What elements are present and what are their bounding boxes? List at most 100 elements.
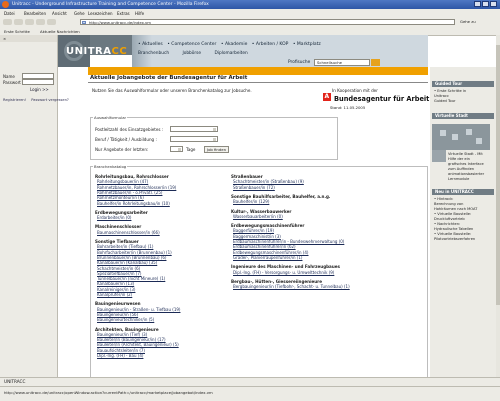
virtual-city-image[interactable] xyxy=(432,124,490,150)
menu-gehe[interactable]: Gehe xyxy=(74,11,85,16)
virtual-city-thumb[interactable] xyxy=(432,150,446,162)
search-go-button[interactable] xyxy=(371,59,380,66)
profisuche-link[interactable]: Profisuche xyxy=(288,60,310,65)
beruf-select[interactable] xyxy=(170,136,218,142)
catalog-job-link[interactable]: Bauhelfer/in (129) xyxy=(233,199,269,204)
catalog-job-link[interactable]: Bauingenieur/in - Straßen- u. Tiefbau (1… xyxy=(97,307,180,312)
nav-akademie[interactable]: • Akademie xyxy=(221,42,247,47)
catalog-job-link[interactable]: Bauaufsichtsleiter/in (7) xyxy=(97,348,145,353)
catalog-job-link[interactable]: Kanalprüfer/in (2) xyxy=(97,292,132,297)
catalog-job-link[interactable]: Grader-, Planierraupenführer/in (1) xyxy=(233,255,302,260)
catalog-job-link[interactable]: Straßenbauer/in (72) xyxy=(233,185,275,190)
login-link[interactable]: Login >> xyxy=(30,87,49,92)
catalog-job-link[interactable]: Rohrleitungsbauer/in (47) xyxy=(97,179,148,184)
catalog-job-link[interactable]: Baumaschinenschlosser/in (66) xyxy=(97,230,160,235)
catalog-category-title[interactable]: Bauingenieurwesen xyxy=(95,301,141,306)
menu-hilfe[interactable]: Hilfe xyxy=(135,11,144,16)
catalog-job-link[interactable]: Rohrnetzbauer/in, Rohrschlosser/in (19) xyxy=(97,185,176,190)
menu-lesezeichen[interactable]: Lesezeichen xyxy=(88,11,113,16)
catalog-job-link[interactable]: Bauingenieur/in (Tief) (3) xyxy=(97,332,147,337)
catalog-job-link[interactable]: Erdarbeiter/in (0) xyxy=(97,215,131,220)
nav-aktuelles[interactable]: • Aktuelles xyxy=(138,42,163,47)
page-title: Aktuelle Jobangebote der Bundesagentur f… xyxy=(90,75,248,81)
register-link[interactable]: Registrieren! xyxy=(3,98,26,102)
password-field[interactable] xyxy=(22,79,54,85)
minimize-button[interactable] xyxy=(474,1,481,7)
catalog-job-link[interactable]: Tunnelbauer/in (nicht Mineure) (1) xyxy=(97,276,165,281)
catalog-job-link[interactable]: Rohrnetzbauer/in - o.Privatl. (25) xyxy=(97,190,162,195)
catalog-job-link[interactable]: Schachtmeister/in (Straßenbau) (9) xyxy=(233,179,304,184)
catalog-job-link[interactable]: Bauingenieur/in (56) xyxy=(97,312,138,317)
catalog-category-title[interactable]: Erdbewegungsarbeiter xyxy=(95,210,148,215)
catalog-job-link[interactable]: Kanalreiniger/in (3) xyxy=(97,287,135,292)
catalog-job-link[interactable]: Dipl.-Ing. (FH) - Bau (4) xyxy=(97,353,143,358)
subnav-jobboerse[interactable]: Jobbörse xyxy=(182,51,201,56)
catalog-category-title[interactable]: Sonstige Tiefbauer xyxy=(95,239,139,244)
bookmark-erste-schritte[interactable]: Erste Schritte xyxy=(4,29,30,34)
catalog-job-link[interactable]: Bauingenieurtechniker/in (5) xyxy=(97,317,154,322)
right-panel-line: Druckluftvortrieb xyxy=(434,217,465,221)
catalog-job-link[interactable]: Erdbewegungsmaschinenführer/in (4) xyxy=(233,250,309,255)
nav-competence-center[interactable]: • Competence Center xyxy=(167,42,216,47)
url-field[interactable]: http://www.unitracc.de/index.vm xyxy=(80,19,455,25)
close-button[interactable] xyxy=(490,1,497,7)
menu-extras[interactable]: Extras xyxy=(117,11,130,16)
home-button[interactable] xyxy=(47,19,56,25)
catalog-category-title[interactable]: Maschinenschlosser xyxy=(95,224,141,229)
catalog-job-link[interactable]: Dipl.-Ing. (FH) - Versorgungs- u. Umwelt… xyxy=(233,270,334,275)
forward-button[interactable] xyxy=(14,19,23,25)
back-button[interactable] xyxy=(3,19,12,25)
catalog-category-title[interactable]: Bergbau-, Hütten-, Giessereiingenieure xyxy=(231,279,322,284)
vertical-scrollbar[interactable] xyxy=(496,35,500,377)
close-icon[interactable]: × xyxy=(3,36,55,41)
catalog-job-link[interactable]: Bauhelfer/in Rohrleitungsbau/in (10) xyxy=(97,201,170,206)
days-select[interactable] xyxy=(170,146,183,152)
right-panel-line: • Erste Schritte in xyxy=(434,89,467,93)
catalog-job-link[interactable]: Bergbauingenieur/in (Tiefbohr-, Schacht-… xyxy=(233,284,350,289)
catalog-category-title[interactable]: Ingenieure des Maschinen- und Fahrzeugba… xyxy=(231,264,340,269)
catalog-job-link[interactable]: Bohrfacharbeiter/in (Brunnenbau) (1) xyxy=(97,250,172,255)
catalog-job-link[interactable]: Brunnenbauer/in (Brunnenbau) (6) xyxy=(97,255,166,260)
catalog-job-link[interactable]: Baggerführer/in (19) xyxy=(233,228,274,233)
unitracc-logo[interactable]: UNITRACC xyxy=(66,46,127,57)
subnav-diplomarbeiten[interactable]: Diplomarbeiten xyxy=(214,51,247,56)
catalog-job-link[interactable]: Spezialtiefbauer/in (7) xyxy=(97,271,141,276)
scrollbar-thumb[interactable] xyxy=(496,45,500,305)
catalog-job-link[interactable]: Baggermaschinist/in (3) xyxy=(233,234,281,239)
catalog-category-title[interactable]: Rohrleitungsbau, Rohrschlosser xyxy=(95,174,169,179)
catalog-category-title[interactable]: Architekten, Bauingenieure xyxy=(95,327,159,332)
maximize-button[interactable] xyxy=(482,1,489,7)
subnav-branchenbuch[interactable]: Branchenbuch xyxy=(138,51,169,56)
catalog-category-title[interactable]: Straßenbauer xyxy=(231,174,263,179)
quick-search-input[interactable]: Schnellsuche xyxy=(314,59,370,66)
right-panel-line: • Virtuelle Baustelle: xyxy=(434,232,472,236)
catalog-job-link[interactable]: Bauleiter/in (Bauingenieur/in) (17) xyxy=(97,337,166,342)
catalog-job-link[interactable]: Bauleiter/in (Architekt, Bauingenieur) (… xyxy=(97,342,179,347)
go-button[interactable]: Gehe zu xyxy=(460,19,476,25)
nav-arbeiten-kop[interactable]: • Arbeiten / KOP xyxy=(252,42,289,47)
catalog-category-title[interactable]: Sonstige Bauhilfsarbeiter, Bauhelfer, a.… xyxy=(231,194,330,199)
menu-datei[interactable]: Datei xyxy=(4,11,15,16)
catalog-category-title[interactable]: Kultur-, Wasserbauwerker xyxy=(231,209,291,214)
right-panel-line: Virtuelle Stadt - Mit xyxy=(448,152,483,156)
catalog-category-title[interactable]: Erdbewegungsmaschinenführer xyxy=(231,223,304,228)
catalog-job-link[interactable]: Kanalbauer/in (13) xyxy=(97,281,134,286)
bookmark-aktuelle-nachrichten[interactable]: Aktuelle Nachrichten xyxy=(40,29,80,34)
catalog-job-link[interactable]: Wasserbauarbeiter/in (0) xyxy=(233,214,283,219)
catalog-job-link[interactable]: Kanalbauer/in (Kanalbau) (35) xyxy=(97,260,157,265)
catalog-job-link[interactable]: Schachtmeister/in (6) xyxy=(97,266,140,271)
tab-unitracc[interactable]: UNITRACC xyxy=(4,379,25,384)
stop-button[interactable] xyxy=(36,19,45,25)
catalog-job-link[interactable]: Erdbaumaschinenführer/in (62) xyxy=(233,244,296,249)
name-label: Name xyxy=(3,74,15,79)
catalog-job-link[interactable]: Rohrnetzmonteur/in (6) xyxy=(97,195,144,200)
plz-select[interactable] xyxy=(170,126,218,132)
menu-ansicht[interactable]: Ansicht xyxy=(52,11,67,16)
catalog-job-link[interactable]: Erdbaumaschinenführer/in - Bundeswehrver… xyxy=(233,239,344,244)
reload-button[interactable] xyxy=(25,19,34,25)
nav-marktplatz[interactable]: • Marktplatz xyxy=(293,42,321,47)
forgot-password-link[interactable]: Passwort vergessen? xyxy=(31,98,69,102)
job-finden-button[interactable]: Job finden xyxy=(204,146,229,153)
catalog-job-link[interactable]: Bohrarbeiter/in (Tiefbau) (1) xyxy=(97,244,153,249)
menu-bearbeiten[interactable]: Bearbeiten xyxy=(24,11,46,16)
